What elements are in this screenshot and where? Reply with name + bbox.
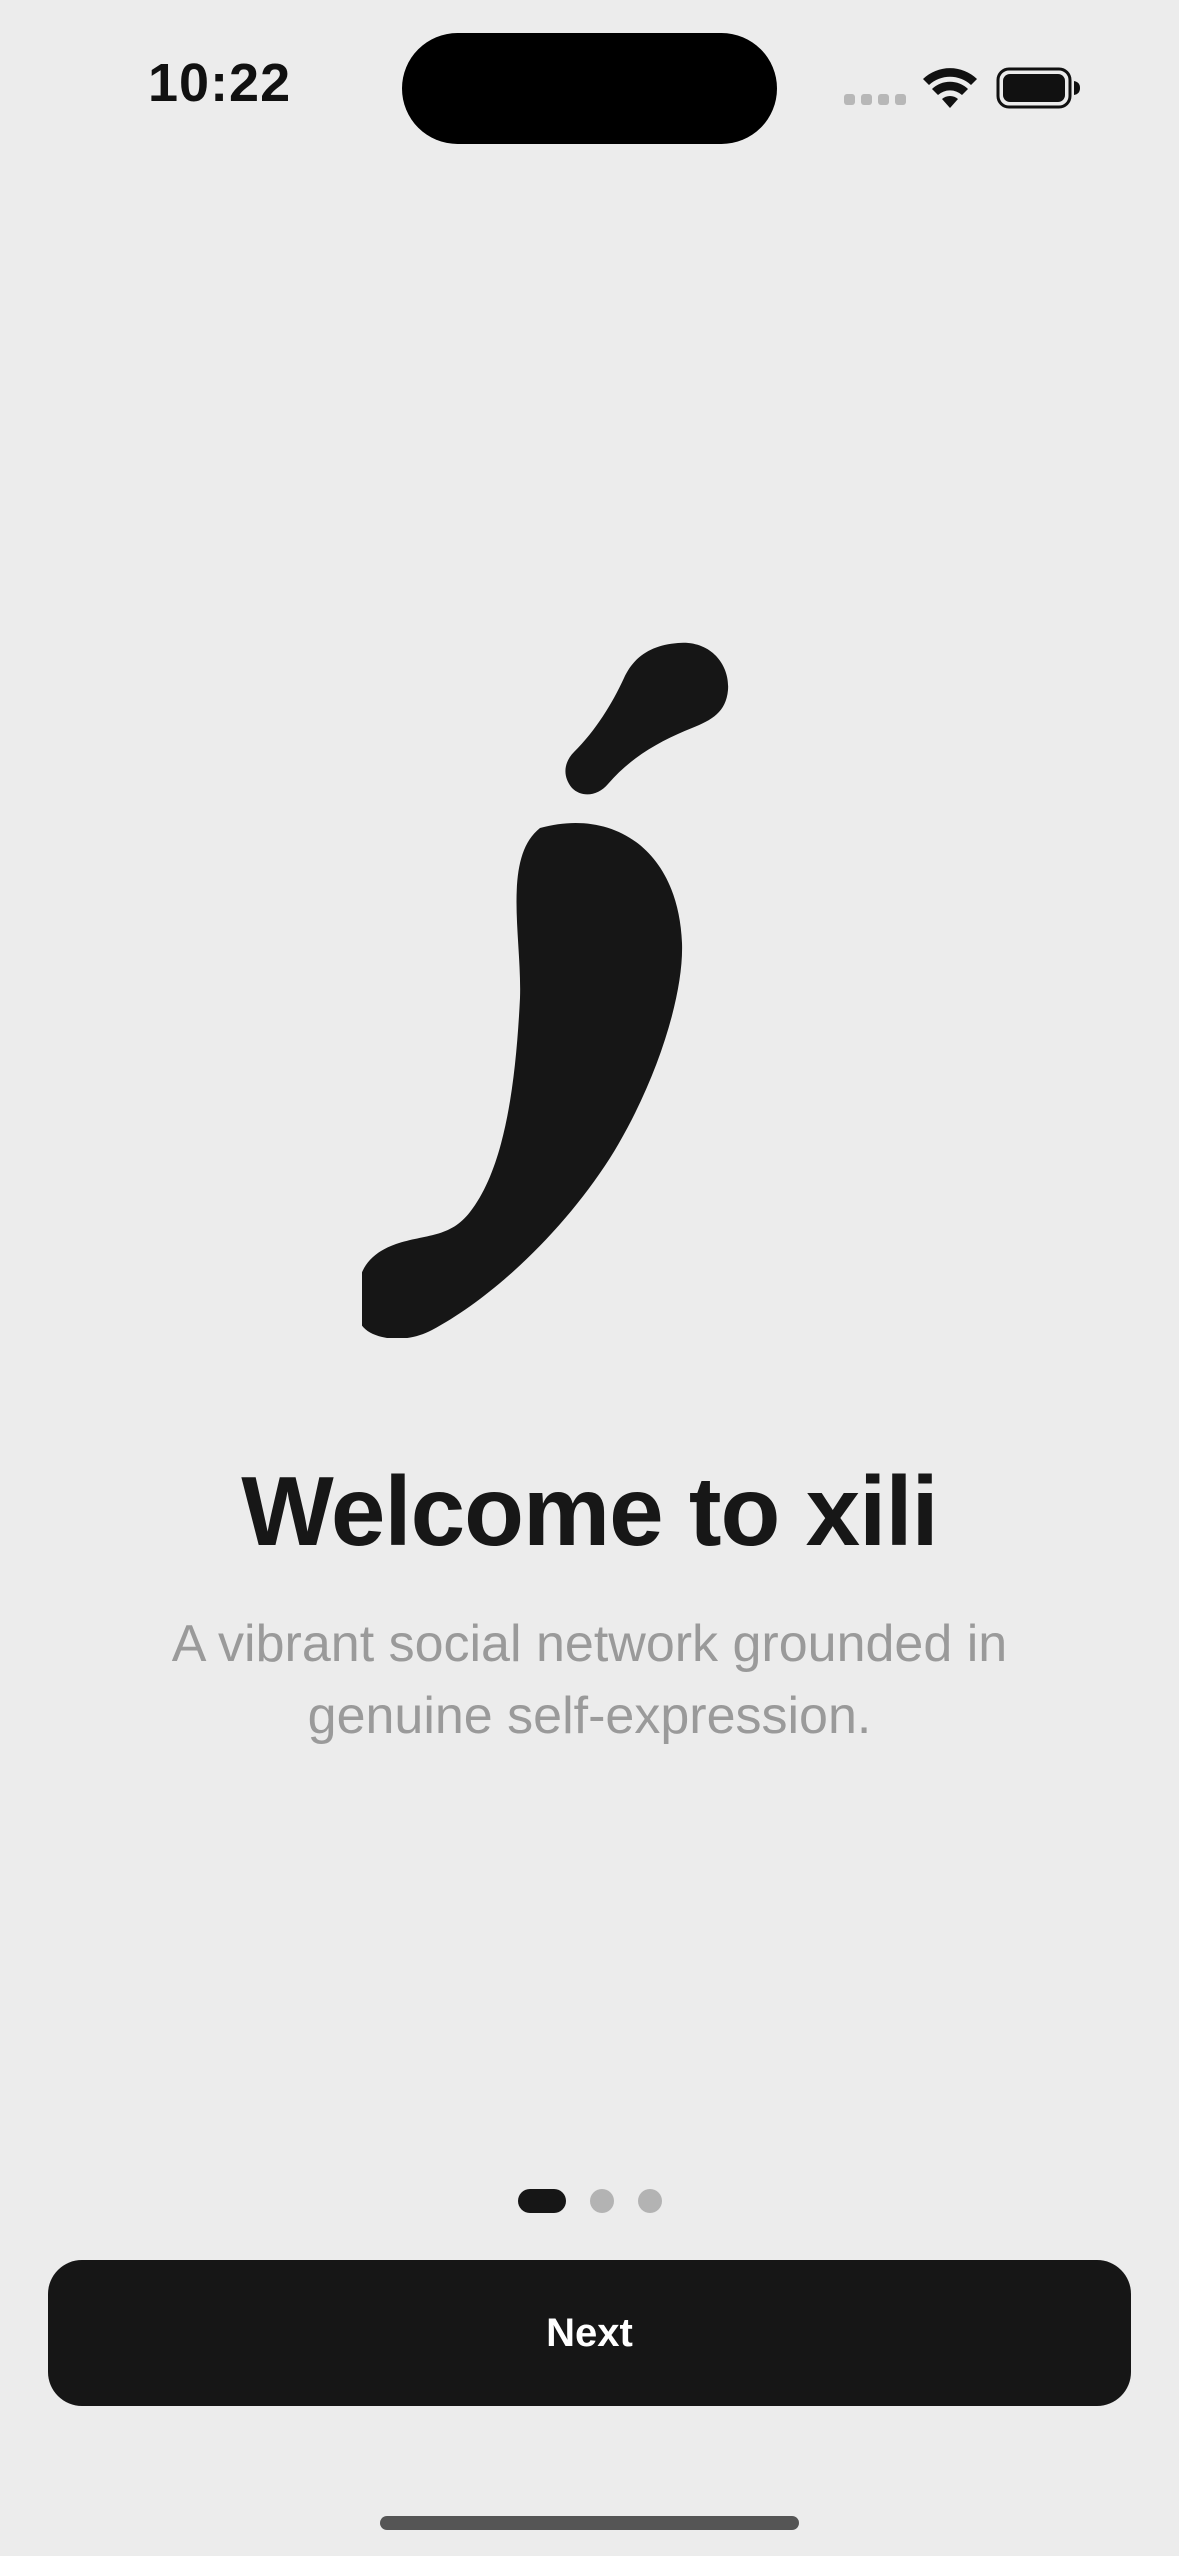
wifi-icon [923,68,977,108]
chili-pepper-logo-icon [362,642,729,1338]
page-dot-1-active [517,2189,566,2213]
battery-icon [996,67,1080,109]
page-dot-3 [637,2189,662,2213]
welcome-subtitle: A vibrant social network grounded in gen… [171,1615,1008,1745]
next-button[interactable]: Next [48,2260,1131,2406]
home-indicator[interactable] [380,2516,799,2530]
status-bar: 10:22 [0,0,1179,170]
dynamic-island [402,33,777,144]
welcome-title: Welcome to xili [241,1456,939,1566]
status-time: 10:22 [148,53,292,113]
page-indicator [0,2188,1179,2214]
cellular-signal-icon [844,94,906,105]
page-dot-2 [589,2189,614,2213]
